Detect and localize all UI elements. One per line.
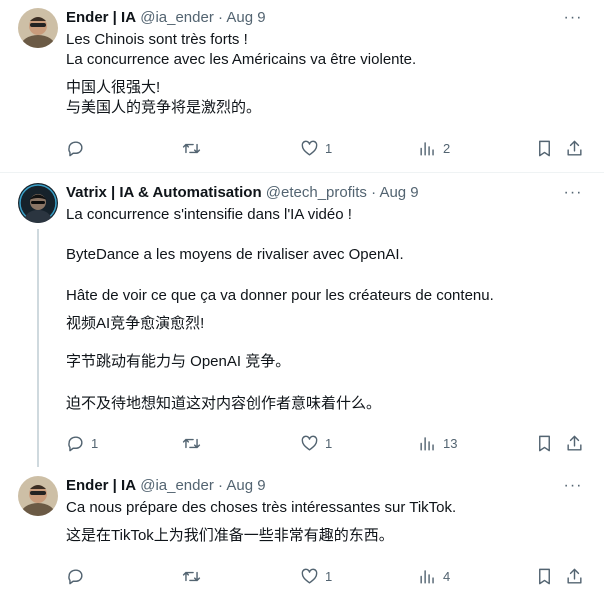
retweet-button[interactable] (182, 432, 207, 454)
tweet-text-line: 中国人很强大! (66, 79, 161, 96)
tweet-text-line: La concurrence s'intensifie dans l'IA vi… (66, 206, 352, 223)
tweet-text-line: Hâte de voir ce que ça va donner pour le… (66, 287, 494, 304)
author-name[interactable]: Ender | IA (66, 477, 136, 494)
author-handle[interactable]: @etech_profits (266, 184, 367, 201)
like-count: 1 (325, 435, 333, 451)
reply-icon (68, 568, 83, 584)
separator-dot: · (371, 184, 377, 201)
reply-count: 1 (91, 435, 99, 451)
retweet-icon (182, 438, 201, 448)
bookmark-button[interactable] (535, 432, 554, 454)
views-count: 4 (443, 568, 451, 584)
heart-icon (301, 435, 318, 451)
tweet-text-line: 字节跳动有能力与 OpenAI 竞争。 (66, 353, 291, 370)
bookmark-icon (539, 568, 550, 584)
heart-icon (301, 140, 318, 156)
like-count: 1 (325, 140, 333, 156)
views-button[interactable]: 4 (418, 565, 450, 587)
author-handle[interactable]: @ia_ender (140, 9, 214, 26)
reply-icon (68, 140, 83, 156)
views-icon (420, 436, 434, 451)
action-bar: 1 1 13 (66, 432, 588, 454)
action-bar: 1 2 (66, 137, 588, 159)
views-icon (420, 569, 434, 584)
like-button[interactable]: 1 (300, 432, 332, 454)
avatar[interactable] (18, 476, 58, 516)
views-icon (420, 141, 434, 156)
tweet[interactable]: Ender | IA @ia_ender · Aug 9 ··· Ca nous… (0, 468, 604, 600)
tweet-text-line: Ca nous prépare des choses très intéress… (66, 499, 457, 516)
more-options-button[interactable]: ··· (562, 8, 584, 28)
retweet-icon (182, 143, 201, 153)
author-name[interactable]: Ender | IA (66, 9, 136, 26)
tweet-text-line: 这是在TikTok上为我们准备一些非常有趣的东西。 (66, 527, 394, 544)
reply-button[interactable]: 1 (66, 432, 98, 454)
like-button[interactable]: 1 (300, 565, 332, 587)
bookmark-button[interactable] (535, 137, 554, 159)
retweet-icon (182, 571, 201, 581)
tweet[interactable]: Vatrix | IA & Automatisation @etech_prof… (0, 173, 604, 467)
more-options-button[interactable]: ··· (562, 183, 584, 203)
tweet-date[interactable]: Aug 9 (379, 184, 418, 201)
share-button[interactable] (565, 432, 584, 454)
thread-line (37, 229, 39, 467)
reply-icon (68, 435, 83, 451)
avatar[interactable] (18, 183, 58, 223)
reply-button[interactable] (66, 565, 91, 587)
more-icon: ··· (563, 477, 583, 494)
views-button[interactable]: 13 (418, 432, 457, 454)
like-button[interactable]: 1 (300, 137, 332, 159)
more-icon: ··· (563, 184, 583, 201)
heart-icon (301, 568, 318, 584)
like-count: 1 (325, 568, 333, 584)
reply-button[interactable] (66, 137, 91, 159)
tweet-text-line: La concurrence avec les Américains va êt… (66, 51, 417, 68)
avatar[interactable] (18, 8, 58, 48)
share-icon (567, 435, 582, 451)
tweet-date[interactable]: Aug 9 (226, 9, 265, 26)
share-button[interactable] (565, 137, 584, 159)
tweet-text-line: 与美国人的竞争将是激烈的。 (66, 99, 262, 116)
share-icon (567, 140, 582, 156)
separator-dot: · (218, 9, 223, 26)
tweet-text-line: Les Chinois sont très forts ! (66, 31, 248, 48)
bookmark-icon (539, 140, 550, 156)
tweet-date[interactable]: Aug 9 (226, 477, 265, 494)
tweet[interactable]: Ender | IA @ia_ender · Aug 9 ··· Les Chi… (0, 0, 604, 172)
separator-dot: · (218, 477, 223, 494)
views-count: 13 (443, 435, 458, 451)
action-bar: 1 4 (66, 565, 588, 587)
more-icon: ··· (563, 9, 583, 26)
share-icon (567, 568, 582, 584)
retweet-button[interactable] (182, 137, 207, 159)
author-name[interactable]: Vatrix | IA & Automatisation (66, 184, 262, 201)
retweet-button[interactable] (182, 565, 207, 587)
author-handle[interactable]: @ia_ender (140, 477, 214, 494)
bookmark-icon (539, 435, 550, 451)
more-options-button[interactable]: ··· (562, 476, 584, 496)
views-count: 2 (443, 140, 451, 156)
views-button[interactable]: 2 (418, 137, 450, 159)
tweet-text-line: ByteDance a les moyens de rivaliser avec… (66, 246, 404, 263)
bookmark-button[interactable] (535, 565, 554, 587)
tweet-text-line: 视频AI竞争愈演愈烈! (66, 315, 205, 332)
share-button[interactable] (565, 565, 584, 587)
tweet-text-line: 迫不及待地想知道这对内容创作者意味着什么。 (66, 395, 382, 412)
